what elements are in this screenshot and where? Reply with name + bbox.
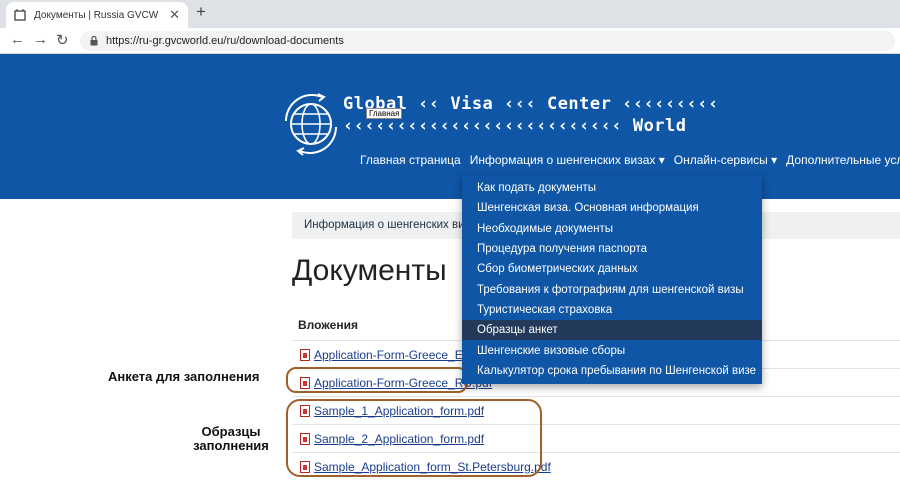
browser-tab[interactable]: Документы | Russia GVCW ✕ (6, 2, 188, 28)
nav-item-home[interactable]: Главная страница (360, 153, 461, 167)
lock-icon (90, 36, 98, 46)
dropdown-item-sample-forms[interactable]: Образцы анкет (462, 320, 762, 341)
main-nav: Главная страница Информация о шенгенских… (360, 153, 900, 167)
page-title: Документы (292, 254, 447, 287)
dropdown-item-travel-insurance[interactable]: Туристическая страховка (462, 300, 762, 320)
samples-label-line2: заполнения (193, 438, 269, 453)
dropdown-item-required-documents[interactable]: Необходимые документы (462, 219, 762, 239)
attachments-heading: Вложения (298, 318, 358, 332)
forward-arrow-icon[interactable]: → (33, 31, 48, 48)
url-text: https://ru-gr.gvcworld.eu/ru/download-do… (106, 35, 344, 47)
browser-tab-bar: Документы | Russia GVCW ✕ + (0, 0, 900, 28)
site-favicon-icon (14, 9, 26, 21)
nav-item-online-services[interactable]: Онлайн-сервисы ▾ (674, 153, 777, 167)
dropdown-item-biometrics[interactable]: Сбор биометрических данных (462, 259, 762, 279)
reload-icon[interactable]: ↻ (56, 31, 69, 49)
back-arrow-icon[interactable]: ← (10, 31, 25, 48)
dropdown-item-passport-pickup[interactable]: Процедура получения паспорта (462, 239, 762, 259)
nav-item-schengen-info[interactable]: Информация о шенгенских визах ▾ (470, 153, 665, 167)
nav-item-extra-services[interactable]: Дополнительные услуги ▾ (786, 153, 900, 167)
pdf-file-icon (300, 348, 310, 361)
samples-label-line1: Образцы (201, 424, 261, 439)
form-to-fill-label: Анкета для заполнения (108, 369, 260, 384)
dropdown-item-stay-calculator[interactable]: Калькулятор срока пребывания по Шенгенск… (462, 361, 762, 381)
new-tab-button[interactable]: + (196, 2, 206, 22)
highlight-oval-ru-form (286, 367, 468, 393)
tab-title: Документы | Russia GVCW (34, 9, 159, 21)
dropdown-item-visa-fees[interactable]: Шенгенские визовые сборы (462, 340, 762, 360)
tab-close-icon[interactable]: ✕ (169, 7, 180, 23)
site-header: Global ‹‹ Visa ‹‹‹ Center ‹‹‹‹‹‹‹‹‹ ‹‹‹‹… (0, 54, 900, 199)
dropdown-item-photo-requirements[interactable]: Требования к фотографиям для шенгенской … (462, 279, 762, 299)
address-bar: ← → ↻ https://ru-gr.gvcworld.eu/ru/downl… (0, 28, 900, 54)
home-tooltip: Главная (366, 108, 403, 119)
globe-logo-icon[interactable] (282, 91, 340, 157)
schengen-info-dropdown: Как подать документы Шенгенская виза. Ос… (462, 175, 762, 384)
url-field[interactable]: https://ru-gr.gvcworld.eu/ru/download-do… (80, 31, 895, 51)
highlight-oval-samples (286, 399, 542, 477)
dropdown-item-how-to-apply[interactable]: Как подать документы (462, 178, 762, 198)
logo-text-line2[interactable]: ‹‹‹‹‹‹‹‹‹‹‹‹‹‹‹‹‹‹‹‹‹‹‹‹‹‹ World (343, 116, 687, 136)
dropdown-item-schengen-basics[interactable]: Шенгенская виза. Основная информация (462, 198, 762, 218)
